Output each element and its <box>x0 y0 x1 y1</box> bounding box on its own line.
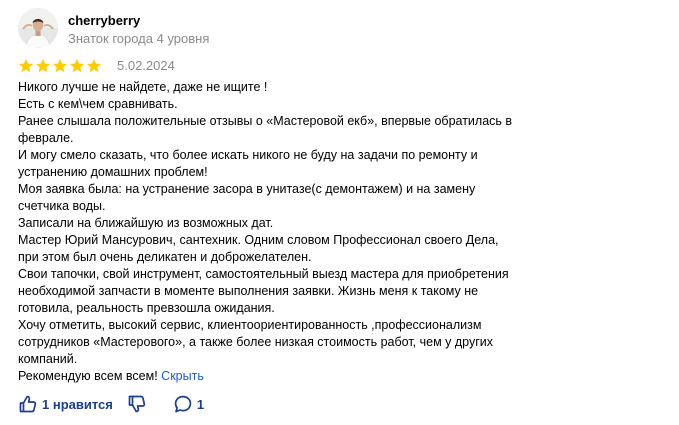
dislike-button[interactable] <box>127 394 147 414</box>
review-card: cherryberry Знаток города 4 уровня 5.02.… <box>0 0 679 425</box>
review-text: Никого лучше не найдете, даже не ищите !… <box>18 79 538 385</box>
review-text-line: Моя заявка была: на устранение засора в … <box>18 182 476 196</box>
review-text-line: Рекомендую всем всем! <box>18 369 158 383</box>
author-name[interactable]: cherryberry <box>68 12 140 30</box>
review-text-line: феврале. <box>18 131 74 145</box>
avatar[interactable] <box>18 8 58 48</box>
review-text-line: Записали на ближайшую из возможных дат. <box>18 216 274 230</box>
star-icon <box>18 58 34 73</box>
avatar-image <box>18 8 58 48</box>
review-date: 5.02.2024 <box>117 58 175 73</box>
review-text-last-line: Рекомендую всем всем! Скрыть <box>18 368 538 385</box>
star-icon <box>52 58 68 73</box>
review-text-line: И могу смело сказать, что более искать н… <box>18 148 478 162</box>
review-text-line: Ранее слышала положительные отзывы о «Ма… <box>18 114 513 128</box>
star-icon <box>35 58 51 73</box>
review-text-line: Мастер Юрий Мансурович, сантехник. Одним… <box>18 233 499 247</box>
review-text-line: Свои тапочки, свой инструмент, самостоят… <box>18 267 509 281</box>
star-icon <box>69 58 85 73</box>
review-text-line: Есть с кем\чем сравнивать. <box>18 97 178 111</box>
review-text-line: Хочу отметить, высокий сервис, клиентоор… <box>18 318 482 332</box>
rating-stars <box>18 58 103 74</box>
review-text-line: сотрудников «Мастерового», а также более… <box>18 335 494 349</box>
review-text-line: компаний. <box>18 352 78 366</box>
comment-bubble-icon <box>173 394 193 414</box>
comment-count: 1 <box>196 396 205 412</box>
review-text-line: счетчика воды. <box>18 199 106 213</box>
like-button[interactable]: 1 нравится <box>18 394 113 414</box>
review-text-line: Никого лучше не найдете, даже не ищите ! <box>18 80 268 94</box>
review-text-line: устранению домашних проблем! <box>18 165 208 179</box>
collapse-link[interactable]: Скрыть <box>161 369 204 383</box>
review-actions: 1 нравится 1 <box>18 393 204 415</box>
review-text-line: при этом был очень деликатен и доброжела… <box>18 250 312 264</box>
like-count-label: 1 нравится <box>42 396 113 412</box>
star-icon <box>86 58 102 73</box>
review-text-line: необходимой запчасти в моменте выполнени… <box>18 284 479 298</box>
comment-button[interactable]: 1 <box>173 394 204 414</box>
thumbs-down-icon <box>127 394 147 414</box>
review-meta: 5.02.2024 <box>18 57 175 75</box>
author-level: Знаток города 4 уровня <box>68 31 210 46</box>
review-text-line: готовила, реальность превзошла ожидания. <box>18 301 275 315</box>
thumbs-up-icon <box>18 394 38 414</box>
